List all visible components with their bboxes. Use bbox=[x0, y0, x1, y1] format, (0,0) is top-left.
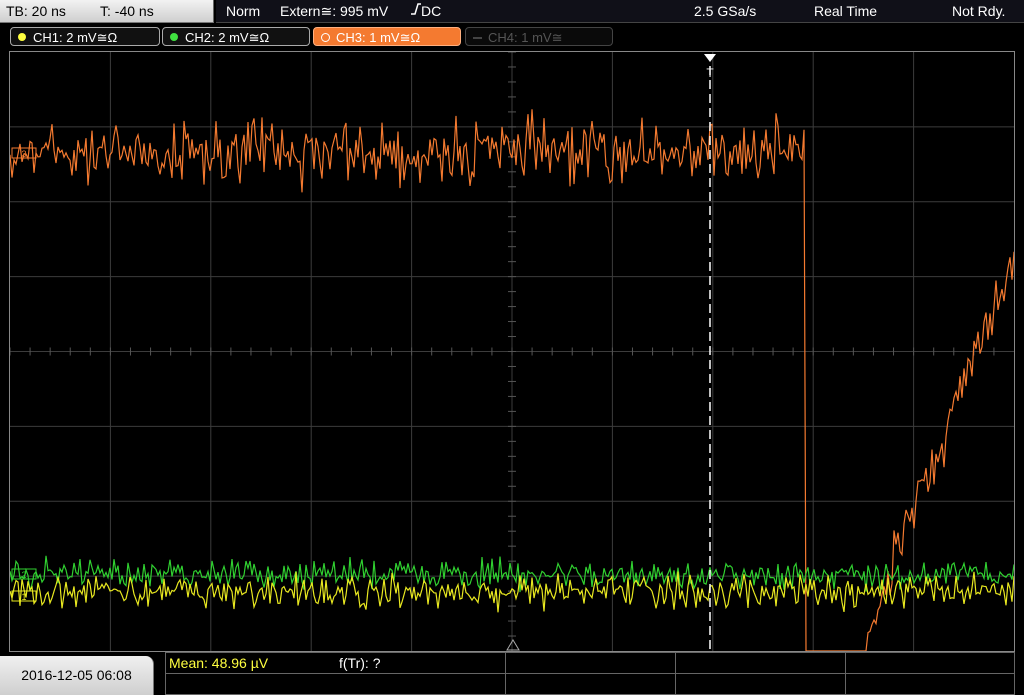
tab-ch3[interactable]: CH3: 1 mV≅Ω bbox=[313, 27, 461, 46]
trigger-marker-icon[interactable]: T bbox=[704, 54, 716, 80]
ch1-label: CH1: 2 mV≅Ω bbox=[33, 30, 118, 45]
trigger-mode[interactable]: Norm bbox=[226, 0, 260, 22]
ch3-indicator-icon bbox=[321, 33, 330, 42]
ch2-label: CH2: 2 mV≅Ω bbox=[185, 30, 270, 45]
tab-ch4[interactable]: CH4: 1 mV≅ bbox=[465, 27, 613, 46]
sample-rate: 2.5 GSa/s bbox=[694, 3, 757, 19]
timebase-value[interactable]: TB: 20 ns bbox=[6, 0, 66, 22]
trigger-panel[interactable]: Norm Extern≅: 995 mV DC 2.5 GSa/s Real T… bbox=[216, 0, 1024, 23]
acquisition-status: Not Rdy. bbox=[952, 3, 1006, 19]
ch4-label: CH4: 1 mV≅ bbox=[488, 30, 563, 45]
trigger-marker-label: T bbox=[706, 66, 714, 80]
ch2-indicator-icon bbox=[170, 33, 178, 41]
timebase-panel[interactable]: TB: 20 ns T: -40 ns bbox=[0, 0, 214, 23]
ch3-label: CH3: 1 mV≅Ω bbox=[336, 30, 421, 45]
tab-ch1[interactable]: CH1: 2 mV≅Ω bbox=[10, 27, 160, 46]
ch3-marker-label: 3 bbox=[21, 149, 26, 159]
center-marker-icon bbox=[506, 639, 520, 651]
ch4-indicator-icon bbox=[473, 37, 482, 39]
trigger-coupling[interactable]: DC bbox=[421, 0, 441, 22]
waveform-plot[interactable]: T 3 2 1 bbox=[10, 52, 1014, 651]
ch2-marker-label: 2 bbox=[21, 570, 26, 580]
ftr-measurement[interactable]: f(Tr): ? bbox=[339, 654, 380, 672]
status-bar: TB: 20 ns T: -40 ns Norm Extern≅: 995 mV… bbox=[0, 0, 1024, 24]
acquisition-mode[interactable]: Real Time bbox=[814, 0, 877, 22]
ch1-indicator-icon bbox=[18, 33, 26, 41]
graticule bbox=[10, 52, 1014, 651]
datetime-text: 2016-12-05 06:08 bbox=[21, 667, 132, 683]
ch2-offset-marker[interactable]: 2 bbox=[11, 568, 37, 580]
trigger-time-value[interactable]: T: -40 ns bbox=[100, 0, 154, 22]
trigger-source[interactable]: Extern≅: 995 mV bbox=[280, 0, 388, 22]
mean-measurement[interactable]: Mean: 48.96 µV bbox=[169, 654, 268, 672]
tab-ch2[interactable]: CH2: 2 mV≅Ω bbox=[162, 27, 310, 46]
ch1-marker-label: 1 bbox=[21, 592, 26, 602]
datetime-display: 2016-12-05 06:08 bbox=[0, 656, 154, 695]
channel-tabs: CH1: 2 mV≅Ω CH2: 2 mV≅Ω CH3: 1 mV≅Ω CH4:… bbox=[0, 25, 1024, 49]
measurement-table[interactable]: Mean: 48.96 µV f(Tr): ? bbox=[165, 652, 1015, 695]
